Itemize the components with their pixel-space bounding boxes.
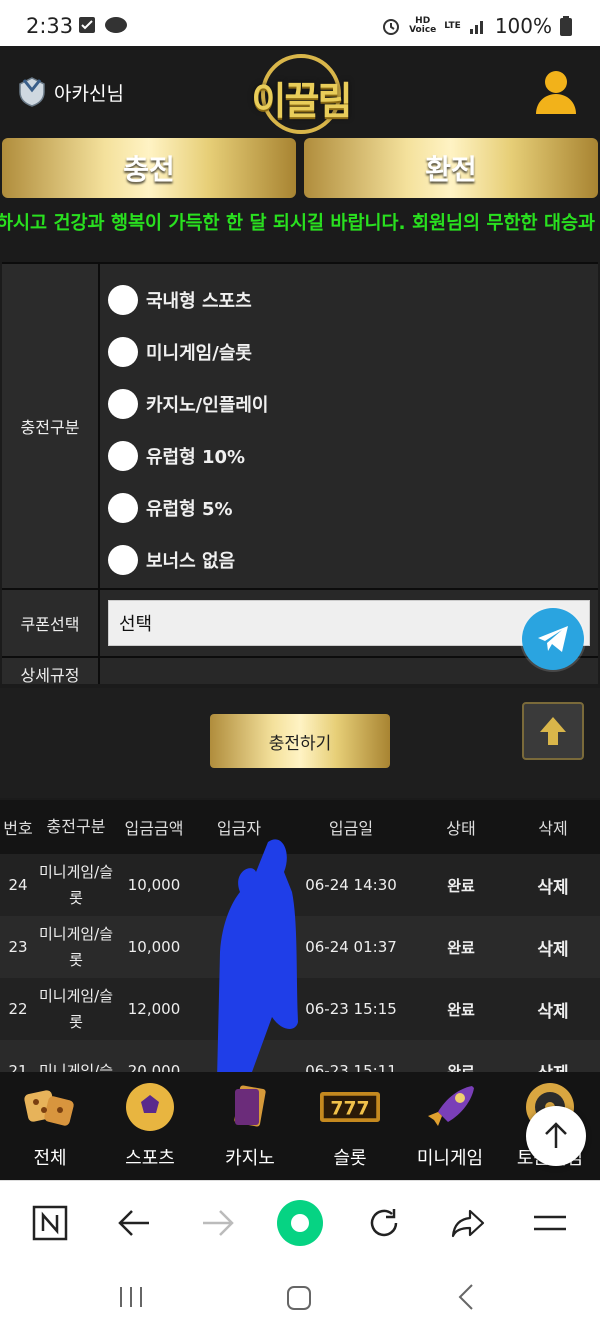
radio-option[interactable]: 국내형 스포츠 xyxy=(108,274,598,326)
delete-button[interactable]: 삭제 xyxy=(506,997,600,1022)
nav-item-casino[interactable]: 카지노 xyxy=(200,1080,300,1170)
svg-text:777: 777 xyxy=(330,1099,369,1120)
radio-option[interactable]: 유럽형 5% xyxy=(108,482,598,534)
radio-button[interactable] xyxy=(108,545,138,575)
checkbox-notification-icon xyxy=(79,17,95,33)
system-back-icon[interactable] xyxy=(456,1282,476,1312)
system-navigation-bar xyxy=(0,1262,600,1333)
user-info[interactable]: 아카신님 xyxy=(16,76,124,108)
username: 아카신님 xyxy=(54,82,124,105)
tab-charge[interactable]: 충전 xyxy=(2,138,296,198)
radio-button[interactable] xyxy=(108,285,138,315)
radio-button[interactable] xyxy=(108,493,138,523)
telegram-button[interactable] xyxy=(522,608,584,670)
telegram-icon xyxy=(538,626,568,652)
naver-n-icon xyxy=(32,1205,68,1241)
home-icon[interactable] xyxy=(285,1284,313,1312)
naver-home-button[interactable] xyxy=(26,1199,74,1247)
forward-button[interactable] xyxy=(194,1199,242,1247)
radio-option[interactable]: 보너스 없음 xyxy=(108,534,598,586)
site-logo[interactable]: 이끌림 xyxy=(246,48,356,134)
charge-type-options: 국내형 스포츠 미니게임/슬롯 카지노/인플레이 유럽형 10% 유럽형 5% … xyxy=(100,264,598,588)
dice-icon xyxy=(24,1090,74,1126)
status-time: 2:33 xyxy=(26,14,74,38)
arrow-up-icon xyxy=(540,717,566,745)
rules-label: 상세규정 xyxy=(2,658,100,684)
radio-option[interactable]: 미니게임/슬롯 xyxy=(108,326,598,378)
page-up-button[interactable] xyxy=(522,702,584,760)
reload-button[interactable] xyxy=(360,1199,408,1247)
charge-form: 충전구분 국내형 스포츠 미니게임/슬롯 카지노/인플레이 유럽형 10% 유럽… xyxy=(2,262,598,684)
cards-icon xyxy=(234,1085,266,1127)
browser-toolbar xyxy=(0,1180,600,1262)
nav-item-all[interactable]: 전체 xyxy=(0,1080,100,1170)
coupon-row: 쿠폰선택 선택 ⌄ xyxy=(2,588,598,656)
radio-button[interactable] xyxy=(108,441,138,471)
radio-button[interactable] xyxy=(108,337,138,367)
coupon-label: 쿠폰선택 xyxy=(2,590,100,656)
hd-voice-icon: HD Voice xyxy=(409,16,437,35)
charge-type-row: 충전구분 국내형 스포츠 미니게임/슬롯 카지노/인플레이 유럽형 10% 유럽… xyxy=(2,262,598,588)
charge-submit-button[interactable]: 충전하기 xyxy=(210,714,390,768)
coupon-select-value: 선택 xyxy=(119,614,153,635)
rules-row: 상세규정 xyxy=(2,656,598,684)
game-category-nav: 전체 스포츠 카지노 777 슬롯 미니게임 토큰게임 xyxy=(0,1072,600,1180)
slot-777-icon: 777 xyxy=(320,1092,380,1122)
tab-exchange[interactable]: 환전 xyxy=(304,138,598,198)
share-button[interactable] xyxy=(444,1199,492,1247)
signal-icon xyxy=(469,21,483,34)
radio-button[interactable] xyxy=(108,389,138,419)
nav-item-minigame[interactable]: 미니게임 xyxy=(400,1080,500,1170)
arrow-right-icon xyxy=(203,1210,234,1236)
coupon-select[interactable]: 선택 ⌄ xyxy=(108,600,590,646)
arrow-left-icon xyxy=(118,1210,149,1236)
nav-item-sports[interactable]: 스포츠 xyxy=(100,1080,200,1170)
site-header: 아카신님 이끌림 xyxy=(0,46,600,138)
rocket-icon xyxy=(428,1086,474,1126)
marquee-text: 하시고 건강과 행복이 가득한 한 달 되시길 바랍니다. 회원님의 무한한 대… xyxy=(0,213,600,234)
hamburger-menu-icon xyxy=(534,1215,566,1231)
profile-icon[interactable] xyxy=(534,68,578,116)
radio-option[interactable]: 카지노/인플레이 xyxy=(108,378,598,430)
alarm-icon xyxy=(383,19,400,35)
radio-option[interactable]: 유럽형 10% xyxy=(108,430,598,482)
logo-text: 이끌림 xyxy=(251,79,353,123)
arrow-up-icon xyxy=(545,1122,567,1148)
notice-marquee: 하시고 건강과 행복이 가득한 한 달 되시길 바랍니다. 회원님의 무한한 대… xyxy=(0,206,600,242)
soccer-ball-icon xyxy=(126,1083,174,1131)
green-dot-icon xyxy=(277,1200,323,1246)
back-button[interactable] xyxy=(110,1199,158,1247)
green-dot-button[interactable] xyxy=(276,1199,324,1247)
lte-icon: LTE xyxy=(444,20,461,31)
charge-type-label: 충전구분 xyxy=(2,264,100,588)
nav-item-slot[interactable]: 777 슬롯 xyxy=(300,1080,400,1170)
share-arrow-icon xyxy=(451,1209,485,1238)
battery-icon xyxy=(560,16,572,36)
scroll-to-top-button[interactable] xyxy=(526,1106,586,1166)
delete-button[interactable]: 삭제 xyxy=(506,873,600,898)
submit-area: 충전하기 xyxy=(0,688,600,798)
reload-icon xyxy=(370,1209,398,1237)
battery-percent: 100% xyxy=(494,14,552,38)
recent-apps-icon[interactable] xyxy=(118,1284,144,1310)
user-rank-badge-icon xyxy=(19,77,45,107)
menu-button[interactable] xyxy=(526,1199,574,1247)
chat-notification-icon xyxy=(105,17,127,33)
delete-button[interactable]: 삭제 xyxy=(506,935,600,960)
